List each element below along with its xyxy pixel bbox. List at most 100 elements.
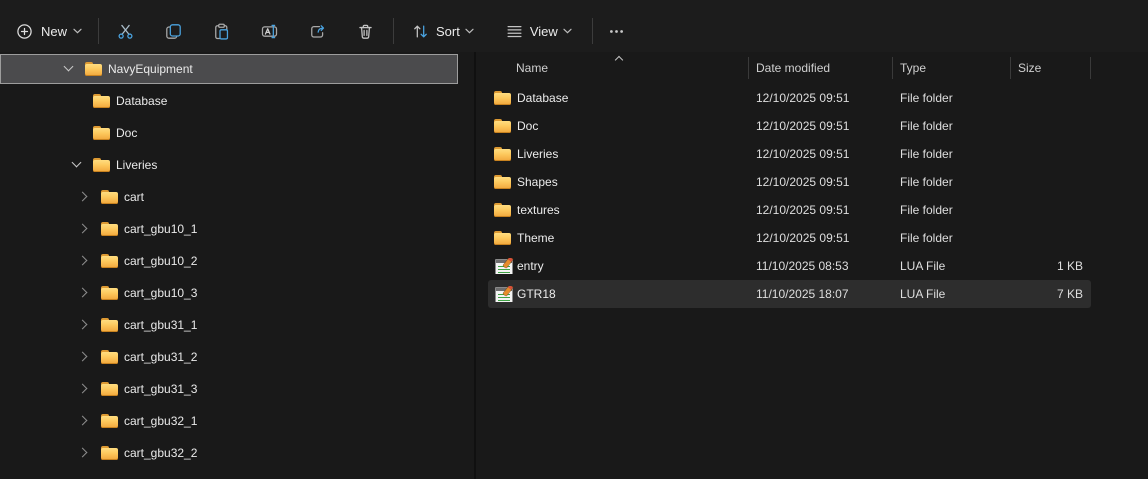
chevron-right-icon[interactable] [77, 317, 93, 333]
column-header-type[interactable]: Type [893, 52, 1011, 84]
list-lines-icon [506, 23, 523, 40]
view-button[interactable]: View [496, 13, 582, 49]
folder-icon [101, 318, 118, 332]
sort-button[interactable]: Sort [402, 13, 484, 49]
folder-icon [101, 286, 118, 300]
file-date-modified: 12/10/2025 09:51 [756, 119, 850, 133]
copy-button[interactable] [153, 13, 193, 49]
column-resize-handle[interactable] [1090, 57, 1091, 79]
chevron-down-icon [563, 28, 572, 34]
tree-item-cart_gbu10_2[interactable]: cart_gbu10_2 [0, 246, 458, 276]
trash-icon [357, 23, 374, 40]
view-button-label: View [529, 23, 558, 39]
tree-item-label: Doc [116, 126, 138, 140]
file-name: Liveries [517, 147, 559, 161]
folder-icon [101, 446, 118, 460]
file-date-modified: 12/10/2025 09:51 [756, 231, 850, 245]
tree-item-cart_gbu10_1[interactable]: cart_gbu10_1 [0, 214, 458, 244]
paste-button[interactable] [201, 13, 241, 49]
chevron-right-icon[interactable] [77, 413, 93, 429]
folder-icon [101, 254, 118, 268]
new-button[interactable]: New [6, 13, 92, 49]
command-bar: New Sort View [0, 0, 1148, 52]
file-size: 1 KB [1056, 259, 1083, 273]
tree-item-label: NavyEquipment [108, 62, 193, 76]
tree-item-label: Liveries [116, 158, 158, 172]
toolbar-separator [591, 18, 593, 44]
tree-item-cart_gbu31_2[interactable]: cart_gbu31_2 [0, 342, 458, 372]
file-date-modified: 12/10/2025 09:51 [756, 91, 850, 105]
column-header-name[interactable]: Name [476, 52, 749, 84]
tree-item-cart_gbu31_3[interactable]: cart_gbu31_3 [0, 374, 458, 404]
file-row-Theme[interactable]: Theme 12/10/2025 09:51 File folder [476, 224, 1148, 252]
file-list-pane: Name Date modified Type Size Database 12/10/… [476, 52, 1148, 479]
chevron-down-icon[interactable] [69, 157, 85, 173]
file-row-GTR18[interactable]: GTR18 11/10/2025 18:07 LUA File 7 KB [476, 280, 1148, 308]
tree-item-Liveries[interactable]: Liveries [0, 150, 458, 180]
delete-button[interactable] [345, 13, 385, 49]
file-row-entry[interactable]: entry 11/10/2025 08:53 LUA File 1 KB [476, 252, 1148, 280]
file-type: File folder [900, 147, 953, 161]
tree-item-cart[interactable]: cart [0, 182, 458, 212]
file-row-Shapes[interactable]: Shapes 12/10/2025 09:51 File folder [476, 168, 1148, 196]
file-row-Liveries[interactable]: Liveries 12/10/2025 09:51 File folder [476, 140, 1148, 168]
sort-button-label: Sort [436, 23, 460, 39]
cut-button[interactable] [105, 13, 145, 49]
tree-item-Database[interactable]: Database [0, 86, 458, 116]
folder-icon [93, 94, 110, 108]
navigation-pane: NavyEquipment Database Doc Liveries cart cart… [0, 52, 474, 479]
tree-item-label: cart [124, 190, 145, 204]
column-header-date-modified[interactable]: Date modified [749, 52, 893, 84]
chevron-right-icon[interactable] [77, 445, 93, 461]
file-date-modified: 11/10/2025 08:53 [756, 259, 849, 273]
file-size: 7 KB [1056, 287, 1083, 301]
tree-item-label: cart_gbu10_2 [124, 254, 198, 268]
file-row-Doc[interactable]: Doc 12/10/2025 09:51 File folder [476, 112, 1148, 140]
tree-item-label: cart_gbu31_2 [124, 350, 198, 364]
folder-icon [494, 203, 511, 217]
tree-item-Doc[interactable]: Doc [0, 118, 458, 148]
chevron-right-icon[interactable] [77, 349, 93, 365]
chevron-right-icon[interactable] [77, 381, 93, 397]
file-name: Doc [517, 119, 539, 133]
tree-item-label: cart_gbu31_3 [124, 382, 198, 396]
file-row-Database[interactable]: Database 12/10/2025 09:51 File folder [476, 84, 1148, 112]
file-date-modified: 12/10/2025 09:51 [756, 203, 850, 217]
chevron-down-icon[interactable] [61, 61, 77, 77]
toolbar-separator [98, 18, 100, 44]
chevron-right-icon[interactable] [77, 221, 93, 237]
file-type: File folder [900, 231, 953, 245]
chevron-down-icon [73, 28, 82, 34]
clipboard-icon [213, 23, 230, 40]
folder-icon [494, 175, 511, 189]
share-button[interactable] [297, 13, 337, 49]
folder-icon [494, 147, 511, 161]
file-type: LUA File [900, 259, 946, 273]
file-row-textures[interactable]: textures 12/10/2025 09:51 File folder [476, 196, 1148, 224]
file-type: File folder [900, 175, 953, 189]
file-name: GTR18 [517, 287, 556, 301]
tree-item-label: cart_gbu32_2 [124, 446, 198, 460]
up-down-arrows-icon [412, 23, 429, 40]
tree-item-NavyEquipment[interactable]: NavyEquipment [0, 54, 458, 84]
tree-item-cart_gbu32_1[interactable]: cart_gbu32_1 [0, 406, 458, 436]
column-header-size[interactable]: Size [1011, 52, 1091, 84]
chevron-right-icon[interactable] [77, 253, 93, 269]
chevron-right-icon[interactable] [77, 189, 93, 205]
lua-file-icon [495, 286, 513, 302]
lua-file-icon [495, 258, 513, 274]
file-name: Shapes [517, 175, 558, 189]
file-name: entry [517, 259, 544, 273]
tree-item-cart_gbu10_3[interactable]: cart_gbu10_3 [0, 278, 458, 308]
tree-item-label: cart_gbu10_1 [124, 222, 198, 236]
file-list-header: Name Date modified Type Size [476, 52, 1148, 84]
folder-icon [101, 414, 118, 428]
file-explorer-window: New Sort View NavyEquipment Database Doc… [0, 0, 1148, 479]
more-options-button[interactable] [599, 13, 635, 49]
chevron-right-icon[interactable] [77, 285, 93, 301]
tree-item-cart_gbu32_2[interactable]: cart_gbu32_2 [0, 438, 458, 468]
rename-button[interactable] [249, 13, 289, 49]
tree-item-cart_gbu31_1[interactable]: cart_gbu31_1 [0, 310, 458, 340]
folder-icon [101, 190, 118, 204]
file-list-body[interactable]: Database 12/10/2025 09:51 File folder Doc 12… [476, 84, 1148, 479]
